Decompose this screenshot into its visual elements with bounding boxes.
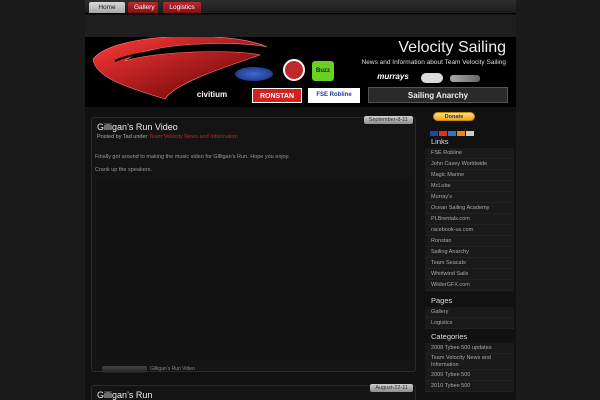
post-footer-link[interactable]: Gilligan’s Run Video [150,366,195,372]
post-meta: Posted by Tad under Team Velocity News a… [97,134,238,140]
sidebar-link-ocean-sailing-academy[interactable]: Ocean Sailing Academy [425,203,514,214]
top-navigation: Home Gallery Logistics [85,0,516,14]
sponsor-logo-buzz[interactable]: Buzz [312,61,334,81]
sidebar-link-magic-marine[interactable]: Magic Marine [425,170,514,181]
post-meta-prefix: Posted by Tad under [97,134,148,140]
sidebar-link-plbrentals[interactable]: PLBrentals.com [425,214,514,225]
sponsor-logo-fse-robline[interactable]: FSE Robline [308,88,360,103]
post-title-link[interactable]: Gilligan’s Run Video [97,122,178,132]
nav-gallery-tab[interactable]: Gallery [128,2,158,13]
sidebar-link-mclube[interactable]: McLube [425,181,514,192]
sidebar-link-fse-robline[interactable]: FSE Robline [425,148,514,159]
post-footer-tag: Gilligan’s Run Video [102,366,195,373]
nav-logistics-tab[interactable]: Logistics [163,2,201,13]
pages-list: Gallery Logistics [425,307,514,329]
sidebar-page-logistics[interactable]: Logistics [425,318,514,329]
sponsor-logo-civitium[interactable]: civitium [182,90,242,102]
sidebar-category-team-velocity-news[interactable]: Team Velocity News and Information [425,354,514,370]
sidebar-category-2010-tybee[interactable]: 2010 Tybee 500 [425,381,514,392]
discover-card-icon [457,131,465,136]
site-header: Buzz murrays civitium RONSTAN FSE Roblin… [85,37,516,107]
sponsor-script-icon[interactable] [450,75,480,82]
categories-list: 2008 Tybee 500 updates Team Velocity New… [425,343,514,392]
links-list: FSE Robline John Casey Worldwide Magic M… [425,148,514,291]
sidebar-link-whirlwind-sails[interactable]: Whirlwind Sails [425,269,514,280]
sidebar-link-wildergfx[interactable]: WilderGFX.com [425,280,514,291]
post-title-link[interactable]: Gilligan’s Run [97,390,152,400]
post-date-badge: September-8-11 [363,116,413,124]
payment-cards [430,123,475,136]
bank-card-icon [466,131,474,136]
embedded-video[interactable] [96,180,412,360]
sponsor-badge-icon[interactable] [283,59,305,81]
post-body: Finally got around to making the music v… [95,153,395,179]
categories-heading: Categories [431,332,468,341]
pages-heading: Pages [431,296,453,305]
post-footer-pill [102,366,147,373]
post-article: September-8-11 Gilligan’s Run Video Post… [91,116,416,373]
sidebar-link-team-seacats[interactable]: Team Seacats [425,258,514,269]
nav-subbar [85,15,516,37]
sponsor-logo-sailing-anarchy[interactable]: Sailing Anarchy [368,87,508,103]
sponsor-logo-murrays[interactable]: murrays [368,72,418,83]
sidebar-page-gallery[interactable]: Gallery [425,307,514,318]
sidebar-link-murrays[interactable]: Murray’s [425,192,514,203]
sidebar-category-2009-tybee[interactable]: 2009 Tybee 500 [425,370,514,381]
nav-home-tab[interactable]: Home [89,2,125,13]
sidebar-link-sailing-anarchy[interactable]: Sailing Anarchy [425,247,514,258]
sponsor-oval-icon[interactable] [235,67,273,81]
sidebar-link-ronstan[interactable]: Ronstan [425,236,514,247]
post-date-badge: August-22-11 [370,384,413,392]
visa-card-icon [430,131,438,136]
site-tagline: News and Information about Team Velocity… [361,59,506,66]
sponsor-logo-ronstan[interactable]: RONSTAN [252,88,302,103]
sidebar-link-racebook[interactable]: racebook-us.com [425,225,514,236]
links-heading: Links [431,137,449,146]
site-title[interactable]: Velocity Sailing [398,39,506,57]
sidebar-link-john-casey[interactable]: John Casey Worldwide [425,159,514,170]
post-paragraph: Finally got around to making the music v… [95,154,290,160]
post-article: August-22-11 Gilligan’s Run [91,384,416,400]
page-wrapper: Home Gallery Logistics Buzz murrays civi… [85,0,516,400]
amex-card-icon [448,131,456,136]
sponsor-wave-icon[interactable] [421,73,443,83]
mastercard-icon [439,131,447,136]
post-paragraph: Crank up the speakers. [95,167,152,173]
donate-button[interactable]: Donate [433,112,475,121]
sidebar-category-2008-tybee[interactable]: 2008 Tybee 500 updates [425,343,514,354]
post-category-link[interactable]: Team Velocity News and Information [149,134,238,140]
